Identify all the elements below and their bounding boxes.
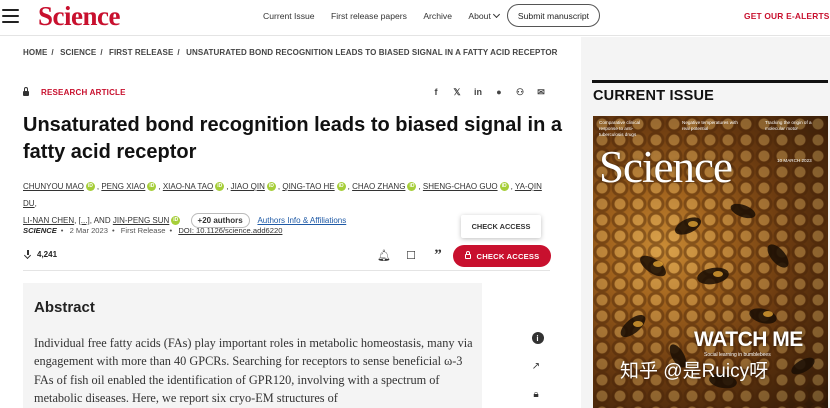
divider [23,270,550,271]
author-link[interactable]: LI-NAN CHEN [23,216,74,225]
cover-teaser: Comparative clinical response to anti-tu… [599,120,641,137]
breadcrumb-separator: / [51,48,54,57]
affiliations-link[interactable]: Authors Info & Affiliations [257,216,346,225]
abstract-heading: Abstract [34,299,95,316]
breadcrumb-current: UNSATURATED BOND RECOGNITION LEADS TO BI… [186,48,558,57]
facebook-icon[interactable]: f [430,86,442,98]
lock-icon [23,87,29,96]
download-count-value: 4,241 [37,250,58,259]
info-icon: i [531,332,544,344]
meta-separator: • [169,226,173,235]
authors-ellipsis[interactable]: [...] [79,216,90,225]
meta-separator: • [60,226,64,235]
orcid-icon[interactable]: iD [407,182,417,192]
cover-teaser: Negative temperatures with real potentia… [682,120,738,131]
zhihu-watermark: 知乎 @是Ruicy呀 [620,361,769,382]
author-link[interactable]: JIN-PENG SUN [113,216,169,225]
submit-manuscript-button[interactable]: Submit manuscript [507,4,600,27]
author-link[interactable]: SHENG-CHAO GUO [423,182,498,191]
breadcrumb-science[interactable]: SCIENCE [60,48,96,57]
publish-date: 2 Mar 2023 [69,226,108,235]
download-icon [24,250,32,259]
main-nav: Current Issue First release papers Archi… [263,10,513,21]
orcid-icon[interactable]: iD [266,182,276,192]
email-icon[interactable]: ✉ [535,86,547,98]
cover-logo: Science [599,142,733,192]
download-count: 4,241 [24,250,57,259]
abstract-text: Individual free fatty acids (FAs) play i… [34,336,473,405]
check-access-button[interactable]: CHECK ACCESS [453,245,551,267]
breadcrumb: HOME / SCIENCE / FIRST RELEASE / UNSATURATE… [23,48,558,57]
nav-about-label: About [468,11,491,21]
sidebar-rule [592,80,828,83]
science-logo[interactable]: Science [38,1,120,32]
check-access-label: CHECK ACCESS [476,251,540,261]
nav-about[interactable]: About [468,10,500,21]
author-link[interactable]: PENG XIAO [101,182,145,191]
orcid-icon[interactable]: iD [147,182,157,192]
abstract-section: Abstract Individual free fatty acids (FA… [23,283,482,408]
metrics-icon[interactable]: ↗ [527,358,545,374]
release-status: First Release [120,226,166,235]
nav-first-release[interactable]: First release papers [331,11,407,21]
cover-teasers: Comparative clinical response to anti-tu… [599,120,823,138]
site-header: Science Current Issue First release pape… [0,0,830,36]
article-tools: 🔔︎ ☐ ” [377,247,445,263]
bookmark-icon[interactable]: ☐ [404,248,418,262]
author-link[interactable]: CHAO ZHANG [352,182,405,191]
nav-archive[interactable]: Archive [423,11,452,21]
meta-separator: • [111,226,115,235]
current-issue-heading: CURRENT ISSUE [593,88,715,104]
floating-tools: i ↗ 🔒︎ [527,330,545,402]
orcid-icon[interactable]: iD [336,182,346,192]
twitter-icon[interactable]: 𝕏 [451,86,463,98]
author-link[interactable]: JIAO QIN [231,182,265,191]
author-link[interactable]: XIAO-NA TAO [163,182,213,191]
chevron-down-icon [492,10,500,19]
cover-date: 10 MARCH 2023 [777,158,812,163]
breadcrumb-first-release[interactable]: FIRST RELEASE [109,48,173,57]
breadcrumb-home[interactable]: HOME [23,48,47,57]
e-alerts-link[interactable]: GET OUR E-ALERTS [744,11,830,21]
orcid-icon[interactable]: iD [171,216,181,226]
author-link[interactable]: QING-TAO HE [282,182,334,191]
orcid-icon[interactable]: iD [215,182,225,192]
share-bar: f 𝕏 in ● ⚇ ✉ [430,86,547,98]
info-button[interactable]: i [527,330,545,346]
authors-and-text: , AND [89,216,111,225]
hamburger-menu-icon[interactable] [2,9,19,23]
author-link[interactable]: CHUNYOU MAO [23,182,84,191]
cite-quote-icon[interactable]: ” [431,247,445,263]
wechat-icon[interactable]: ⚇ [514,86,526,98]
bell-icon[interactable]: 🔔︎ [377,248,391,262]
breadcrumb-separator: / [177,48,180,57]
article-meta: SCIENCE • 2 Mar 2023 • First Release • DOI:… [23,226,282,235]
article-type-row: RESEARCH ARTICLE [23,87,126,97]
journal-name: SCIENCE [23,226,57,235]
article-title: Unsaturated bond recognition leads to bi… [23,114,562,163]
breadcrumb-separator: / [100,48,103,57]
article-type-label: RESEARCH ARTICLE [41,88,126,97]
reddit-icon[interactable]: ● [493,86,505,98]
cover-teaser: Tracking the origin of a molecular motor [765,120,812,131]
doi-link[interactable]: DOI: 10.1126/science.add6220 [178,226,282,235]
access-lock-icon[interactable]: 🔒︎ [527,386,545,402]
linkedin-icon[interactable]: in [472,86,484,98]
nav-current-issue[interactable]: Current Issue [263,11,315,21]
orcid-icon[interactable]: iD [85,182,95,192]
check-access-tooltip: CHECK ACCESS [461,215,541,238]
cover-headline: WATCH ME [694,328,803,351]
orcid-icon[interactable]: iD [499,182,509,192]
lock-icon [464,250,471,259]
